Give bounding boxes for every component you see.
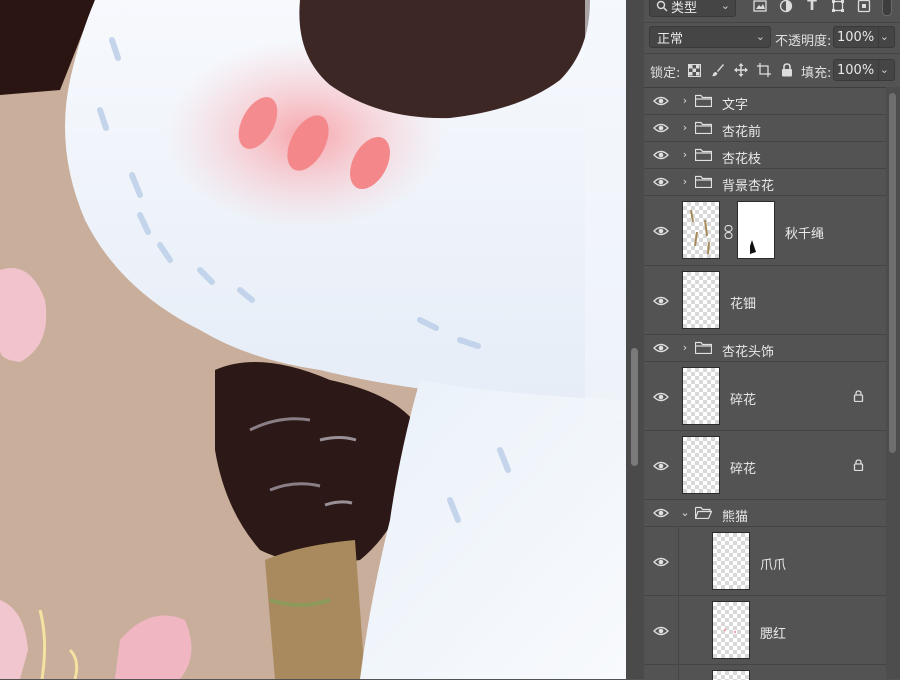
layer-row[interactable]: › 杏花前 bbox=[644, 115, 886, 142]
lock-all-icon[interactable] bbox=[779, 62, 795, 78]
folder-icon bbox=[695, 94, 712, 107]
chevron-right-icon[interactable]: › bbox=[680, 95, 690, 107]
chevron-right-icon[interactable]: › bbox=[680, 122, 690, 134]
folder-icon bbox=[695, 175, 712, 188]
layer-row[interactable]: 腮红 bbox=[644, 596, 886, 665]
link-chain-icon[interactable] bbox=[724, 225, 733, 239]
eye-icon[interactable] bbox=[653, 295, 669, 307]
eye-icon[interactable] bbox=[653, 507, 669, 519]
eye-icon[interactable] bbox=[653, 625, 669, 637]
chevron-down-icon[interactable]: ⌄ bbox=[680, 507, 690, 519]
layer-name: 杏花头饰 bbox=[722, 345, 775, 360]
layer-name: 碎花 bbox=[730, 462, 757, 477]
layer-thumbnail[interactable] bbox=[682, 271, 720, 329]
light-edge bbox=[585, 0, 626, 420]
filter-toggle[interactable] bbox=[882, 0, 892, 16]
eye-icon[interactable] bbox=[653, 342, 669, 354]
layer-row[interactable]: 爪爪 bbox=[644, 527, 886, 596]
eye-icon[interactable] bbox=[653, 149, 669, 161]
layer-name: 花钿 bbox=[730, 297, 757, 312]
chevron-down-icon: ⌄ bbox=[755, 30, 765, 43]
layer-name: 背景杏花 bbox=[722, 179, 775, 194]
eye-icon[interactable] bbox=[653, 122, 669, 134]
panda-artwork bbox=[0, 0, 626, 679]
layer-name: 杏花前 bbox=[722, 125, 762, 140]
chevron-down-icon: ⌄ bbox=[879, 63, 889, 76]
layer-row[interactable]: › 文字 bbox=[644, 88, 886, 115]
layer-row[interactable]: ⌄ 熊猫 bbox=[644, 500, 886, 527]
chevron-down-icon: ⌄ bbox=[879, 30, 889, 43]
layer-mask-thumbnail[interactable] bbox=[737, 201, 775, 259]
folder-icon bbox=[695, 121, 712, 134]
layer-filter-kind: 类型 bbox=[671, 0, 698, 16]
layer-name: 碎花 bbox=[730, 393, 757, 408]
eye-icon[interactable] bbox=[653, 556, 669, 568]
lock-icon bbox=[853, 459, 864, 471]
canvas-scrollbar[interactable] bbox=[626, 0, 645, 679]
smart-object-filter-icon[interactable] bbox=[856, 0, 872, 14]
layers-scrollbar-thumb[interactable] bbox=[889, 93, 896, 453]
layer-thumbnail[interactable] bbox=[712, 601, 750, 659]
lock-icon bbox=[853, 390, 864, 402]
layer-thumbnail[interactable] bbox=[682, 367, 720, 425]
layer-row[interactable] bbox=[644, 665, 886, 680]
layer-name: 爪爪 bbox=[760, 558, 787, 573]
layer-name: 腮红 bbox=[760, 627, 787, 642]
lock-transparency-icon[interactable] bbox=[686, 62, 702, 78]
layer-row[interactable]: 秋千绳 bbox=[644, 196, 886, 266]
folder-icon bbox=[695, 341, 712, 354]
fill-field[interactable]: 100% ⌄ bbox=[833, 59, 895, 81]
type-filter-icon[interactable]: T bbox=[804, 0, 820, 14]
opacity-value: 100% bbox=[837, 29, 875, 45]
lock-artboard-icon[interactable] bbox=[756, 62, 772, 78]
document-canvas[interactable] bbox=[0, 0, 626, 679]
folder-open-icon bbox=[695, 506, 712, 519]
layers-scrollbar[interactable] bbox=[886, 87, 900, 679]
blend-mode-select[interactable]: 正常 ⌄ bbox=[649, 26, 771, 48]
chevron-right-icon[interactable]: › bbox=[680, 149, 690, 161]
layer-thumbnail[interactable] bbox=[682, 436, 720, 494]
layer-name: 文字 bbox=[722, 98, 749, 113]
opacity-label: 不透明度: bbox=[775, 34, 832, 49]
layer-row[interactable]: 花钿 bbox=[644, 266, 886, 335]
adjustment-filter-icon[interactable] bbox=[778, 0, 794, 14]
fill-value: 100% bbox=[837, 62, 875, 78]
chevron-right-icon[interactable]: › bbox=[680, 176, 690, 188]
eye-icon[interactable] bbox=[653, 225, 669, 237]
fill-label: 填充: bbox=[801, 66, 832, 81]
folder-icon bbox=[695, 148, 712, 161]
layer-filter-select[interactable]: 类型 ⌄ bbox=[649, 0, 736, 17]
blend-mode-value: 正常 bbox=[657, 31, 684, 47]
shape-filter-icon[interactable] bbox=[830, 0, 846, 14]
layer-row[interactable]: › 杏花头饰 bbox=[644, 335, 886, 362]
layer-row[interactable]: 碎花 bbox=[644, 362, 886, 431]
layer-name: 杏花枝 bbox=[722, 152, 762, 167]
layer-name: 熊猫 bbox=[722, 510, 749, 525]
chevron-right-icon[interactable]: › bbox=[680, 342, 690, 354]
eye-icon[interactable] bbox=[653, 176, 669, 188]
opacity-field[interactable]: 100% ⌄ bbox=[833, 26, 895, 48]
layer-thumbnail[interactable] bbox=[682, 201, 720, 259]
lock-position-move-icon[interactable] bbox=[733, 62, 749, 78]
rope-branch bbox=[265, 540, 365, 679]
lock-pixels-brush-icon[interactable] bbox=[710, 62, 726, 78]
eye-icon[interactable] bbox=[653, 95, 669, 107]
lock-label: 锁定: bbox=[650, 66, 681, 81]
eye-icon[interactable] bbox=[653, 460, 669, 472]
layer-row[interactable]: › 杏花枝 bbox=[644, 142, 886, 169]
layer-name: 秋千绳 bbox=[785, 227, 825, 242]
layers-list[interactable]: › 文字 › 杏花前 › 杏花枝 › 背景杏花 秋千绳 花钿 › 杏花头饰 碎花… bbox=[644, 87, 886, 680]
layer-row[interactable]: 碎花 bbox=[644, 431, 886, 500]
canvas-scrollbar-thumb[interactable] bbox=[631, 348, 638, 466]
layers-panel: 类型 ⌄ T 正常 ⌄ 不透明度: 100% ⌄ 锁定: 填充: 100% ⌄ … bbox=[644, 0, 900, 680]
layer-row[interactable]: › 背景杏花 bbox=[644, 169, 886, 196]
image-filter-icon[interactable] bbox=[752, 0, 768, 14]
eye-icon[interactable] bbox=[653, 391, 669, 403]
search-icon bbox=[656, 0, 668, 12]
layer-thumbnail[interactable] bbox=[712, 532, 750, 590]
chevron-down-icon: ⌄ bbox=[720, 0, 730, 12]
